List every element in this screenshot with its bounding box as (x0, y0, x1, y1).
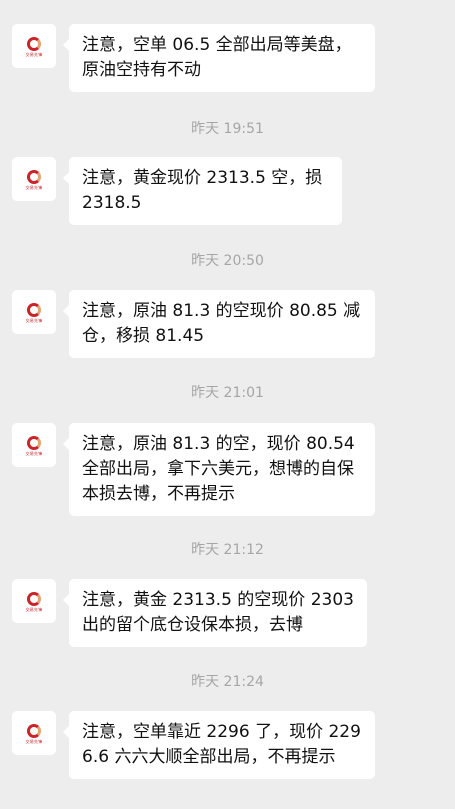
message-bubble[interactable]: 注意，原油 81.3 的空现价 80.85 减仓，移损 81.45 (63, 290, 375, 358)
company-logo-icon (27, 303, 41, 317)
timestamp: 昨天 21:01 (191, 385, 264, 401)
message-row: 交易先锋 注意，空单靠近 2296 了，现价 2296.6 六六大顺全部出局，不… (12, 711, 375, 779)
avatar-logo-text: 交易先锋 (25, 318, 43, 323)
chat-history[interactable]: 交易先锋 注意，空单 06.5 全部出局等美盘，原油空持有不动 昨天 19:51… (0, 0, 455, 809)
avatar-logo-text: 交易先锋 (25, 52, 43, 57)
avatar[interactable]: 交易先锋 (12, 157, 56, 201)
message-row: 交易先锋 注意，原油 81.3 的空，现价 80.54 全部出局，拿下六美元，想… (12, 423, 375, 516)
message-row: 交易先锋 注意，黄金现价 2313.5 空，损 2318.5 (12, 157, 342, 225)
message-bubble[interactable]: 注意，黄金 2313.5 的空现价 2303 出的留个底仓设保本损，去博 (63, 579, 367, 647)
message-row: 交易先锋 注意，黄金 2313.5 的空现价 2303 出的留个底仓设保本损，去… (12, 579, 367, 647)
avatar-logo-text: 交易先锋 (25, 739, 43, 744)
message-row: 交易先锋 注意，空单 06.5 全部出局等美盘，原油空持有不动 (12, 24, 375, 92)
company-logo-icon (27, 170, 41, 184)
timestamp: 昨天 19:51 (191, 121, 264, 137)
avatar-logo-text: 交易先锋 (25, 451, 43, 456)
message-bubble[interactable]: 注意，黄金现价 2313.5 空，损 2318.5 (63, 157, 342, 225)
timestamp: 昨天 20:50 (191, 253, 264, 269)
avatar[interactable]: 交易先锋 (12, 290, 56, 334)
avatar-logo-text: 交易先锋 (25, 185, 43, 190)
message-bubble[interactable]: 注意，空单 06.5 全部出局等美盘，原油空持有不动 (63, 24, 375, 92)
message-row: 交易先锋 注意，原油 81.3 的空现价 80.85 减仓，移损 81.45 (12, 290, 375, 358)
timestamp: 昨天 21:12 (191, 542, 264, 558)
company-logo-icon (27, 592, 41, 606)
company-logo-icon (27, 436, 41, 450)
avatar[interactable]: 交易先锋 (12, 579, 56, 623)
avatar[interactable]: 交易先锋 (12, 24, 56, 68)
avatar-logo-text: 交易先锋 (25, 607, 43, 612)
message-bubble[interactable]: 注意，空单靠近 2296 了，现价 2296.6 六六大顺全部出局，不再提示 (63, 711, 375, 779)
avatar[interactable]: 交易先锋 (12, 711, 56, 755)
timestamp: 昨天 21:24 (191, 674, 264, 690)
message-bubble[interactable]: 注意，原油 81.3 的空，现价 80.54 全部出局，拿下六美元，想博的自保本… (63, 423, 375, 516)
company-logo-icon (27, 724, 41, 738)
company-logo-icon (27, 37, 41, 51)
avatar[interactable]: 交易先锋 (12, 423, 56, 467)
